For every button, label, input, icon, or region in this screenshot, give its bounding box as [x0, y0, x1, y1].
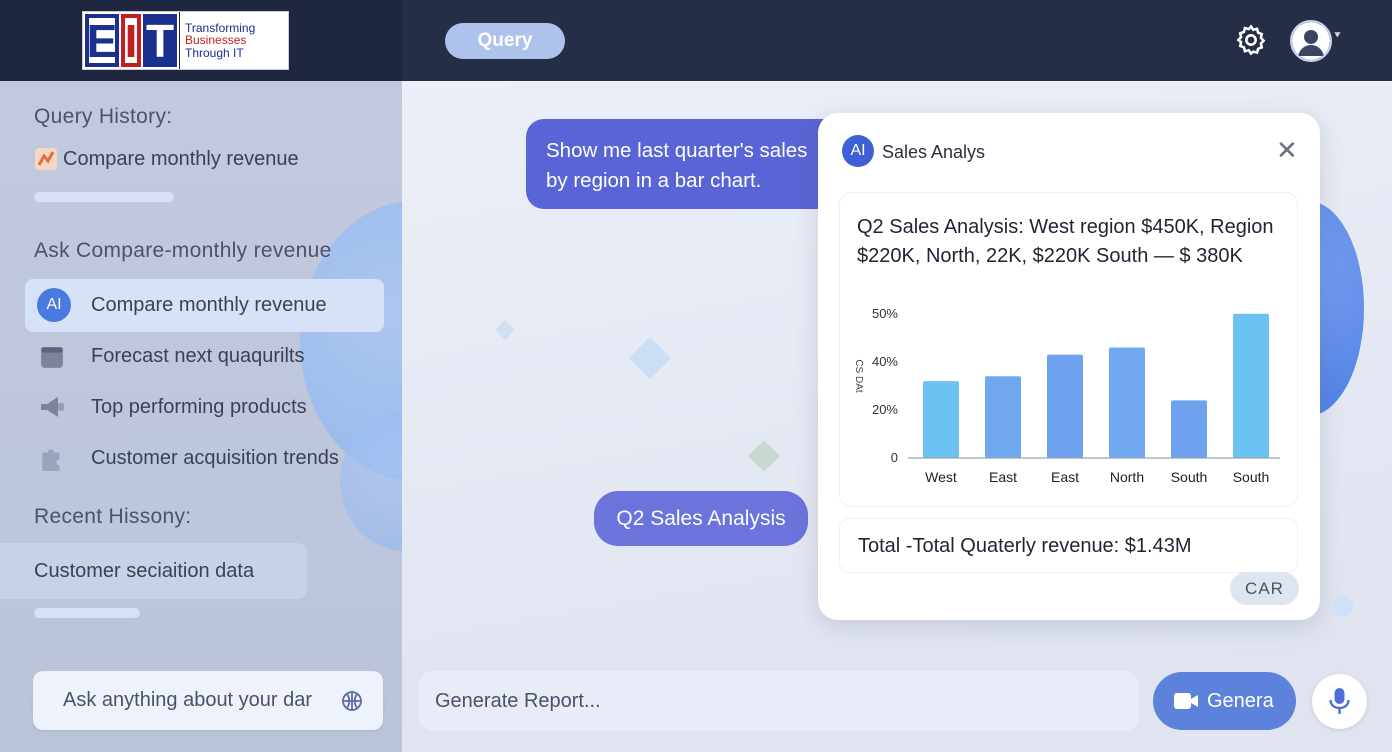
panel-title: Sales Analys: [882, 142, 986, 162]
logo-tagline: Transforming Businesses Through IT: [180, 22, 255, 60]
sidebar-item-top-products[interactable]: Top performing products: [91, 396, 307, 419]
y-axis-label: CS DAt: [853, 359, 864, 393]
chart-bar: [985, 376, 1021, 458]
total-revenue-text: Total -Total Quaterly revenue: $1.43M: [858, 535, 1192, 557]
chart-bar-icon: [35, 148, 57, 170]
logo-letter-t: T: [143, 14, 177, 67]
car-button[interactable]: CAR: [1230, 572, 1299, 605]
user-icon: [1292, 22, 1330, 60]
decor-diamond: [748, 440, 780, 472]
video-camera-icon: [1174, 693, 1198, 709]
ai-badge-icon: AI: [842, 135, 874, 167]
logo-tagline-line: Businesses: [185, 33, 247, 48]
user-avatar[interactable]: [1290, 20, 1332, 62]
ai-badge-icon: AI: [37, 288, 71, 322]
x-tick-label: South: [1233, 469, 1270, 485]
sales-analysis-panel: AI Sales Analys ✕ Q2 Sales Analysis: Wes…: [818, 113, 1320, 620]
logo-letter-e: E: [85, 14, 119, 67]
x-tick-label: East: [1051, 469, 1079, 485]
ask-input-placeholder: Ask anything about your dar: [63, 689, 313, 711]
bar-chart: 0 20% 40% 50% CS DAt West East East North South So…: [853, 306, 1280, 485]
sidebar-item-compare-revenue[interactable]: Compare monthly revenue: [91, 294, 327, 317]
megaphone-icon: [41, 397, 64, 417]
sparkle-icon: [1333, 596, 1353, 616]
chart-bar: [923, 381, 959, 458]
sidebar-item-forecast[interactable]: Forecast next quaqurilts: [91, 345, 304, 368]
user-message-bubble: Show me last quarter's sales by region i…: [526, 119, 846, 209]
y-tick-label: 40%: [872, 354, 898, 369]
puzzle-icon: [42, 449, 60, 471]
ask-section-title: Ask Compare-monthly revenue: [34, 239, 332, 262]
total-revenue-card: Total -Total Quaterly revenue: $1.43M: [839, 518, 1298, 573]
generate-input-placeholder: Generate Report...: [435, 690, 601, 712]
eit-logo[interactable]: E I T Transforming Businesses Through IT: [82, 11, 289, 70]
chevron-down-icon[interactable]: ⯆: [1333, 30, 1342, 43]
query-history-title: Query History:: [34, 105, 173, 128]
calendar-icon: [41, 347, 63, 368]
chart-bar: [1233, 313, 1269, 458]
y-tick-label: 50%: [872, 306, 898, 321]
chart-bar: [1171, 400, 1207, 458]
query-tab-button[interactable]: Query: [445, 23, 565, 59]
generate-button-label: Genera: [1207, 690, 1274, 712]
logo-letter-i: I: [121, 14, 141, 67]
chart-card: Q2 Sales Analysis: West region $450K, Re…: [839, 192, 1298, 507]
x-tick-label: North: [1110, 469, 1144, 485]
recent-item[interactable]: Customer seciaition data: [34, 560, 254, 583]
history-item[interactable]: Compare monthly revenue: [63, 148, 299, 171]
generate-button[interactable]: Genera: [1153, 672, 1296, 730]
y-tick-label: 20%: [872, 402, 898, 417]
x-tick-label: East: [989, 469, 1017, 485]
microphone-icon: [1329, 688, 1350, 714]
x-tick-label: West: [925, 469, 957, 485]
y-tick-label: 0: [891, 450, 898, 465]
placeholder-bar: [34, 608, 140, 618]
ai-response-bubble[interactable]: Q2 Sales Analysis: [594, 491, 808, 546]
chart-bar: [1047, 354, 1083, 458]
placeholder-bar: [34, 192, 174, 202]
generate-report-input[interactable]: Generate Report...: [419, 671, 1139, 731]
recent-history-title: Recent Hissony:: [34, 505, 192, 528]
decor-diamond: [495, 320, 515, 340]
microphone-button[interactable]: [1312, 674, 1367, 729]
globe-icon[interactable]: [340, 689, 364, 713]
sidebar-item-acquisition[interactable]: Customer acquisition trends: [91, 447, 339, 470]
logo-letters: E I T: [83, 12, 180, 69]
ask-input[interactable]: Ask anything about your dar: [33, 671, 383, 730]
gear-icon[interactable]: [1234, 23, 1268, 57]
sidebar: Query History: Compare monthly revenue A…: [0, 81, 402, 752]
close-icon[interactable]: ✕: [1276, 137, 1298, 163]
decor-diamond: [628, 336, 672, 380]
x-tick-label: South: [1171, 469, 1208, 485]
logo-tagline-line: Through IT: [185, 45, 244, 60]
chart-summary: Q2 Sales Analysis: West region $450K, Re…: [857, 216, 1274, 267]
chart-bar: [1109, 347, 1145, 458]
